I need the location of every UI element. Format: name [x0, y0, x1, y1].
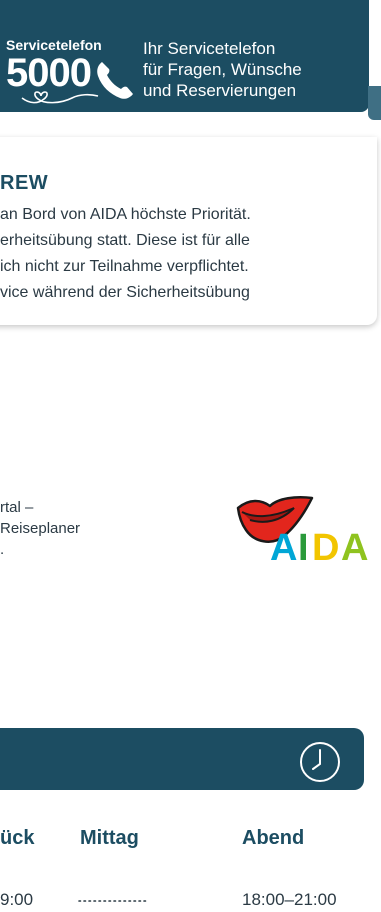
heart-wave-icon — [21, 91, 99, 104]
svg-text:D: D — [312, 527, 339, 566]
service-phone-number[interactable]: 5000 — [6, 53, 92, 93]
dinner-time: 18:00–21:00 — [242, 890, 337, 909]
service-phone-description: Ihr Servicetelefon für Fragen, Wünsche u… — [143, 38, 369, 101]
lunch-no-service-dots — [78, 900, 148, 902]
column-lunch: Mittag — [80, 827, 139, 849]
service-text-line: und Reservierungen — [143, 81, 297, 100]
safety-text-line: erheitsübung statt. Diese ist für alle — [0, 232, 250, 249]
column-breakfast: ück — [0, 827, 35, 849]
safety-text-line: an Bord von AIDA höchste Priorität. — [0, 206, 251, 223]
clock-icon — [300, 742, 340, 782]
service-text-line: für Fragen, Wünsche — [143, 60, 302, 79]
portal-text-line: rtal – — [0, 499, 34, 516]
portal-text-line: . — [0, 541, 5, 558]
banner-shadow-edge — [368, 86, 381, 120]
safety-text-line: ich nicht zur Teilnahme verpflichtet. — [0, 258, 249, 275]
aida-logo: A I D A — [236, 496, 368, 566]
svg-text:A: A — [270, 527, 297, 566]
safety-heading: REW — [0, 172, 49, 194]
column-dinner: Abend — [242, 827, 305, 849]
svg-text:I: I — [298, 527, 309, 566]
phone-icon — [97, 62, 133, 99]
portal-text-line: Reiseplaner — [0, 520, 81, 537]
svg-text:A: A — [341, 527, 368, 566]
safety-text-line: vice während der Sicherheitsübung — [0, 284, 250, 301]
service-text-line: Ihr Servicetelefon — [143, 39, 276, 58]
breakfast-time: 9:00 — [0, 890, 34, 909]
